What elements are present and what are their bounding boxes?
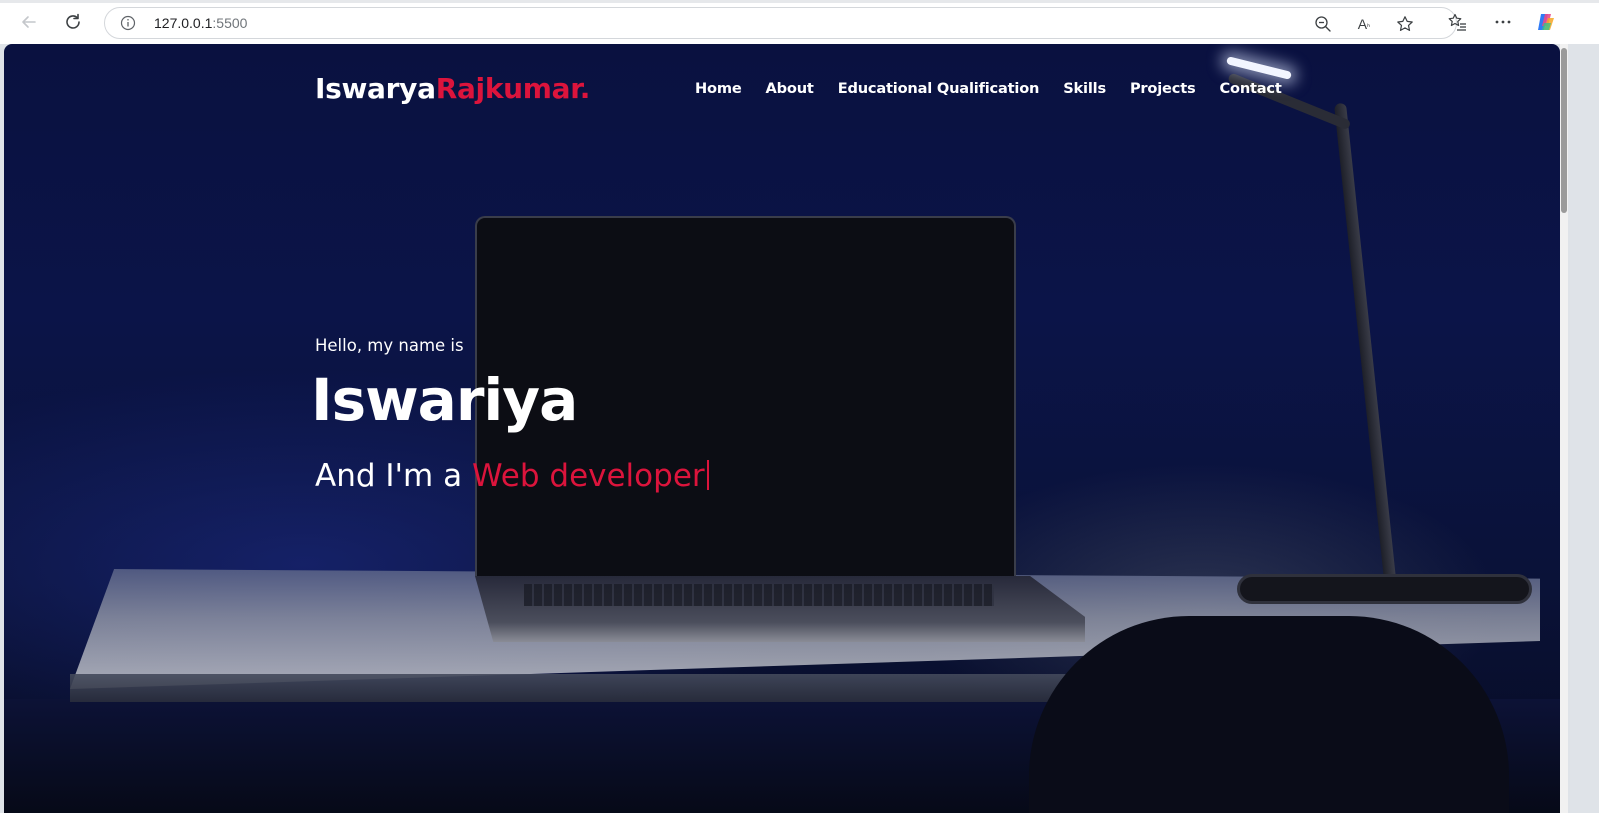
url-text[interactable]: 127.0.0.1:5500: [154, 15, 247, 31]
nav-projects[interactable]: Projects: [1130, 80, 1196, 104]
nav-contact[interactable]: Contact: [1219, 80, 1281, 104]
hero-role: And I'm a Web developer: [315, 458, 709, 494]
url-host: 127.0.0.1: [154, 15, 213, 31]
url-port: :5500: [212, 15, 248, 31]
back-button[interactable]: [16, 9, 42, 35]
favorites-icon[interactable]: [1447, 11, 1469, 33]
logo-first-name: Iswarya: [315, 72, 436, 105]
desk-edge: [70, 674, 1070, 702]
hero-role-prefix: And I'm a: [315, 458, 472, 494]
refresh-icon: [66, 13, 80, 29]
site-info-icon[interactable]: [119, 14, 137, 32]
nav-home[interactable]: Home: [695, 80, 742, 104]
tab-strip: [0, 0, 1599, 3]
back-arrow-icon: [22, 16, 36, 28]
nav-about[interactable]: About: [766, 80, 814, 104]
laptop-keyboard-image: [524, 584, 994, 606]
main-nav: Home About Educational Qualification Ski…: [695, 80, 1282, 104]
typing-cursor: [706, 460, 709, 490]
hero-name: Iswariya: [311, 366, 578, 434]
lamp-base-image: [1237, 574, 1532, 604]
hero-role-typed: Web developer: [471, 458, 705, 494]
read-aloud-icon[interactable]: Aₕ: [1354, 14, 1374, 34]
zoom-out-icon[interactable]: [1313, 14, 1333, 34]
favorite-star-icon[interactable]: [1395, 14, 1415, 34]
hero-intro: Hello, my name is: [315, 336, 464, 355]
more-options-icon[interactable]: [1492, 11, 1514, 33]
nav-education[interactable]: Educational Qualification: [838, 80, 1040, 104]
lamp-pole-image: [1334, 102, 1397, 582]
address-bar[interactable]: 127.0.0.1:5500 Aₕ: [104, 7, 1457, 39]
browser-toolbar: 127.0.0.1:5500 Aₕ: [0, 0, 1599, 44]
copilot-icon[interactable]: [1535, 11, 1557, 33]
hero-section: IswaryaRajkumar. Home About Educational …: [4, 44, 1560, 813]
logo-last-name: Rajkumar.: [435, 72, 591, 105]
chair-silhouette: [1029, 616, 1509, 813]
refresh-button[interactable]: [60, 9, 86, 35]
nav-skills[interactable]: Skills: [1063, 80, 1106, 104]
scrollbar-thumb[interactable]: [1561, 48, 1567, 213]
site-logo[interactable]: IswaryaRajkumar.: [315, 72, 590, 105]
